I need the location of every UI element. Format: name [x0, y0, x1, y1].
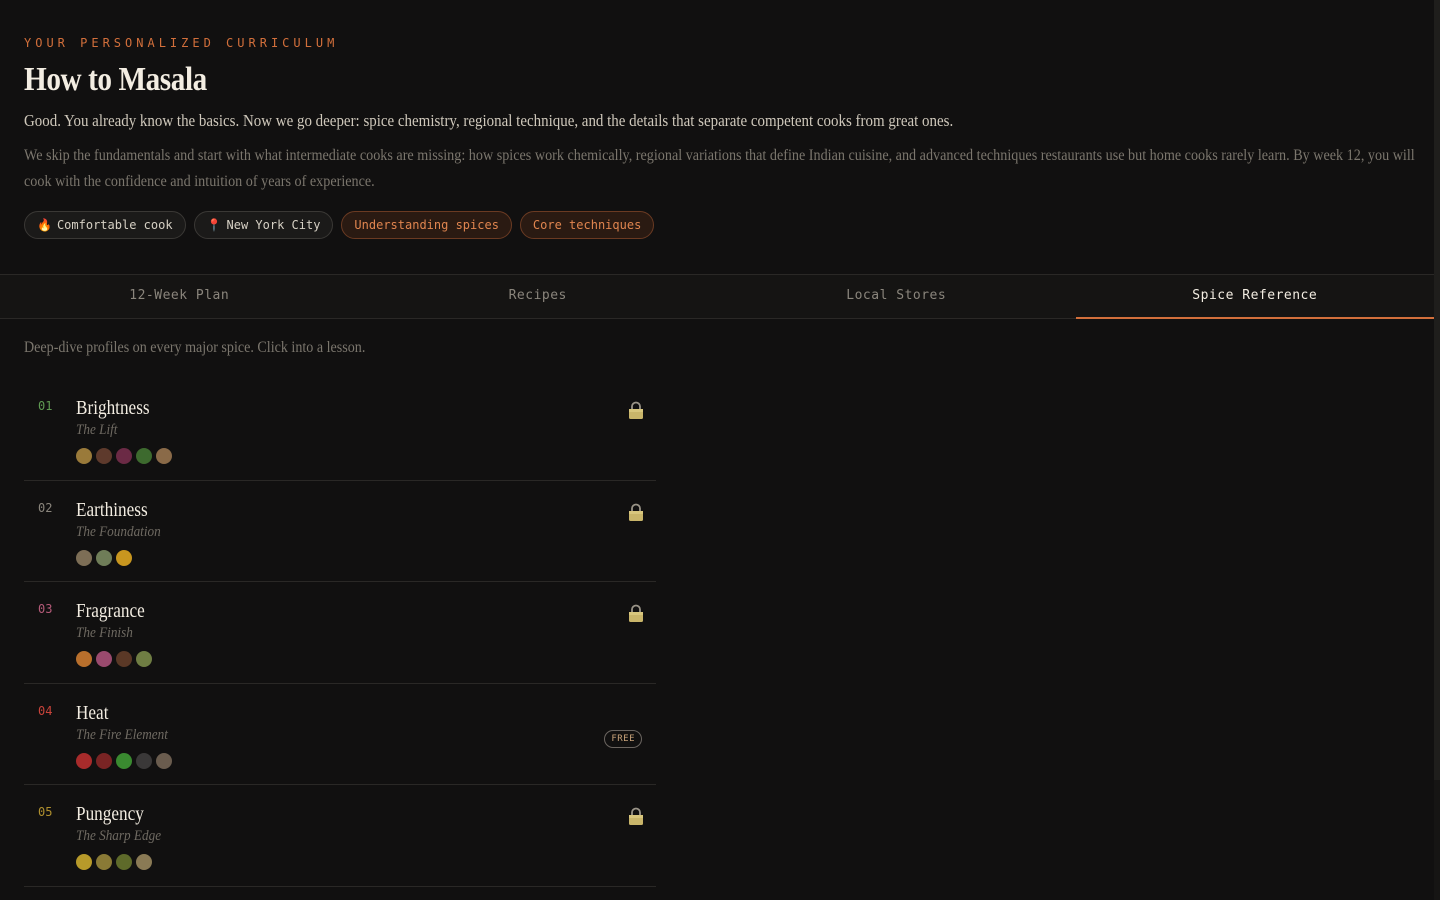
- lesson-number: 02: [38, 500, 53, 515]
- spice-swatch: [96, 752, 112, 769]
- spice-swatch: [116, 854, 132, 870]
- chip-label: Core techniques: [532, 218, 642, 232]
- tab-12-week-plan[interactable]: 12-Week Plan: [0, 275, 359, 318]
- chip-skill-level: 🔥 Comfortable cook: [24, 211, 186, 239]
- lesson-subtitle: The Finish: [76, 625, 133, 641]
- eyebrow-label: YOUR PERSONALIZED CURRICULUM: [24, 36, 339, 50]
- lesson-row[interactable]: 03 Fragrance The Finish: [24, 582, 656, 684]
- lock-icon: [628, 604, 644, 622]
- lesson-row[interactable]: 02 Earthiness The Foundation: [24, 481, 656, 582]
- curriculum-header: YOUR PERSONALIZED CURRICULUM How to Masa…: [0, 0, 1434, 239]
- section-intro: Deep-dive profiles on every major spice.…: [24, 339, 366, 356]
- free-badge: FREE: [604, 729, 642, 748]
- lock-icon: [628, 503, 644, 521]
- profile-chips: 🔥 Comfortable cook 📍 New York City Under…: [24, 211, 1410, 239]
- scrollbar-thumb[interactable]: [1434, 0, 1440, 780]
- spice-swatch: [76, 448, 92, 464]
- lesson-subtitle: The Fire Element: [76, 726, 168, 743]
- tab-spice-reference[interactable]: Spice Reference: [1075, 275, 1434, 319]
- spice-swatch: [116, 448, 132, 464]
- chip-goal-spices: Understanding spices: [341, 211, 512, 239]
- lesson-subtitle: The Sharp Edge: [76, 828, 162, 844]
- spice-swatch: [156, 448, 172, 464]
- spice-swatch: [96, 651, 112, 667]
- spice-swatch: [116, 651, 132, 667]
- tab-recipes[interactable]: Recipes: [359, 275, 718, 318]
- page-title: How to Masala: [24, 61, 207, 98]
- lesson-title: Fragrance: [76, 600, 145, 622]
- spice-swatch: [96, 448, 112, 464]
- lesson-title: Heat: [76, 701, 109, 724]
- lesson-list: 01 Brightness The Lift 02 Earthiness The Foun…: [24, 379, 656, 887]
- chip-label: Understanding spices: [354, 218, 499, 232]
- lesson-title: Brightness: [76, 397, 150, 419]
- lede-text: Good. You already know the basics. Now w…: [24, 111, 954, 130]
- spice-swatch: [76, 651, 92, 667]
- lesson-number: 05: [38, 805, 53, 819]
- lesson-title: Earthiness: [76, 498, 148, 521]
- spice-swatch: [76, 752, 92, 769]
- lesson-row[interactable]: 04 Heat The Fire Element FREE: [24, 684, 656, 785]
- spice-swatch: [96, 854, 112, 870]
- fire-icon: 🔥: [37, 218, 52, 232]
- spice-swatches: [76, 448, 172, 464]
- spice-swatch: [136, 854, 152, 870]
- lock-icon: [628, 807, 644, 825]
- lesson-title: Pungency: [76, 803, 144, 825]
- spice-swatch: [76, 549, 92, 566]
- chip-goal-techniques: Core techniques: [519, 211, 655, 239]
- chip-label: Comfortable cook: [56, 218, 173, 232]
- spice-swatch: [116, 752, 132, 769]
- lesson-row[interactable]: 05 Pungency The Sharp Edge: [24, 785, 656, 887]
- spice-swatches: [76, 854, 152, 870]
- lesson-subtitle: The Foundation: [76, 523, 161, 540]
- tab-local-stores[interactable]: Local Stores: [717, 275, 1076, 318]
- chip-location: 📍 New York City: [193, 211, 334, 239]
- pin-icon: 📍: [206, 218, 222, 232]
- lesson-number: 04: [38, 703, 53, 718]
- spice-swatches: [76, 549, 132, 566]
- spice-swatch: [76, 854, 92, 870]
- spice-swatch: [136, 651, 152, 667]
- lock-icon: [628, 401, 644, 419]
- spice-swatch: [136, 448, 152, 464]
- spice-swatch: [96, 549, 112, 566]
- scrollbar[interactable]: [1434, 0, 1440, 900]
- spice-swatch: [136, 752, 152, 769]
- lesson-row[interactable]: 01 Brightness The Lift: [24, 379, 656, 481]
- spice-swatch: [116, 549, 132, 566]
- spice-swatch: [156, 752, 172, 769]
- spice-swatches: [76, 651, 152, 667]
- lesson-number: 03: [38, 602, 53, 616]
- description-text: We skip the fundamentals and start with …: [24, 147, 1415, 190]
- lesson-number: 01: [38, 399, 53, 413]
- tab-bar: 12-Week Plan Recipes Local Stores Spice …: [0, 274, 1434, 319]
- lesson-subtitle: The Lift: [76, 422, 118, 438]
- spice-swatches: [76, 752, 172, 769]
- chip-label: New York City: [226, 218, 321, 232]
